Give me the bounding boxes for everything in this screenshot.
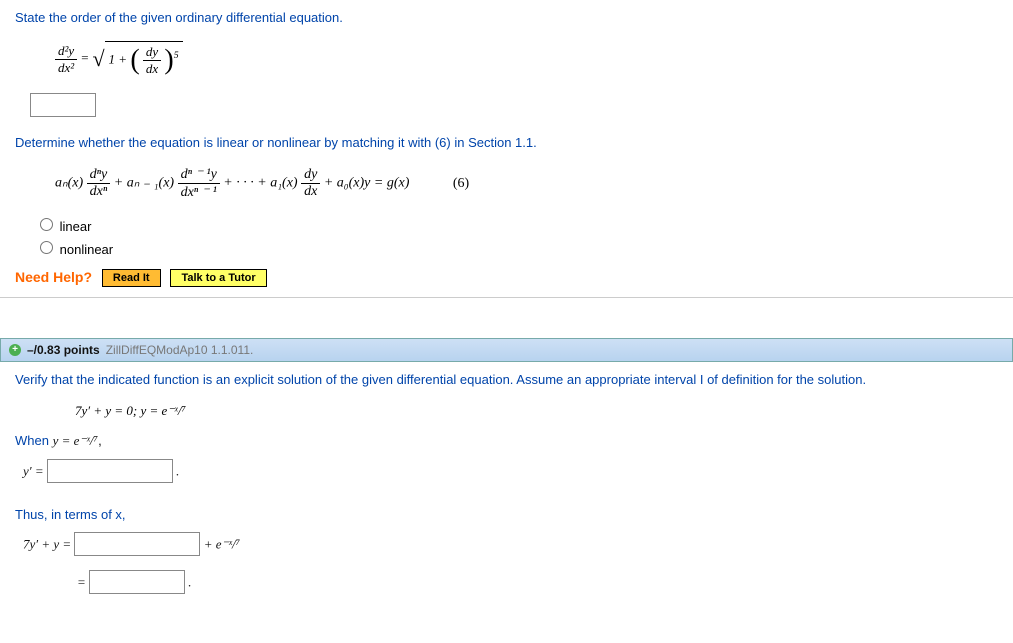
q1-equation2: aₙ(x) dⁿy dxⁿ + aₙ ₋ ₁(x) dⁿ ⁻ ¹y dxⁿ ⁻ … (15, 160, 998, 211)
q2-line3-input[interactable] (89, 570, 185, 594)
q2-line3-lhs: = (77, 575, 89, 590)
q1-prompt1: State the order of the given ordinary di… (15, 10, 998, 25)
q2-when-line: When y = e⁻ˣ/⁷, (15, 433, 998, 449)
q2-thus: Thus, in terms of x, (15, 507, 998, 522)
question-2: Verify that the indicated function is an… (0, 362, 1013, 604)
q2-prompt: Verify that the indicated function is an… (15, 372, 998, 387)
question-header: + –/0.83 points ZillDiffEQModAp10 1.1.01… (0, 338, 1013, 362)
question-1: State the order of the given ordinary di… (0, 0, 1013, 298)
label-linear: linear (60, 219, 92, 234)
reference-label: ZillDiffEQModAp10 1.1.011. (106, 343, 254, 357)
expand-icon[interactable]: + (9, 344, 21, 356)
label-nonlinear: nonlinear (60, 242, 114, 257)
points-label: –/0.83 points (27, 343, 100, 357)
need-help-row: Need Help? Read It Talk to a Tutor (15, 269, 998, 287)
q2-line2-lhs: 7y′ + y = (23, 537, 74, 552)
q2-yprime-input[interactable] (47, 459, 173, 483)
q2-given-eq: 7y′ + y = 0; y = e⁻ˣ/⁷ (15, 397, 998, 429)
q2-line2-input[interactable] (74, 532, 200, 556)
radio-nonlinear[interactable] (40, 241, 53, 254)
q1-order-input[interactable] (30, 93, 96, 117)
y-prime-label: y′ = (23, 464, 47, 479)
sqrt-icon: √ (92, 46, 104, 72)
q1-equation1: d²y dx² = √ 1 + ( dy dx )5 (15, 35, 998, 87)
talk-tutor-button[interactable]: Talk to a Tutor (170, 269, 266, 287)
radio-linear[interactable] (40, 218, 53, 231)
q1-prompt2: Determine whether the equation is linear… (15, 135, 998, 150)
read-it-button[interactable]: Read It (102, 269, 161, 287)
